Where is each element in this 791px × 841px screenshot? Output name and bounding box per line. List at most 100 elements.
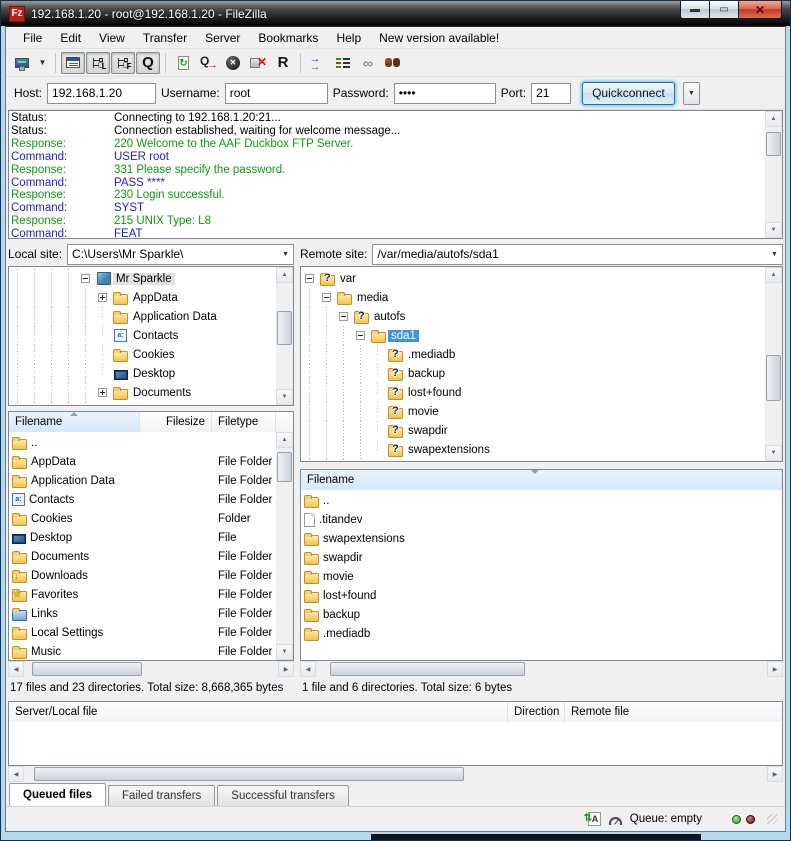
file-row-[interactable]: .. bbox=[301, 491, 782, 510]
collapse-minus-icon[interactable] bbox=[356, 331, 365, 340]
tree-item-contacts[interactable]: a:Contacts bbox=[9, 326, 276, 345]
tree-item-autofs[interactable]: autofs bbox=[301, 307, 765, 326]
menu-item-transfer[interactable]: Transfer bbox=[134, 28, 196, 48]
file-row-favorites[interactable]: FavoritesFile Folder bbox=[9, 585, 276, 604]
scroll-right-icon[interactable]: ▶ bbox=[767, 661, 783, 677]
local-tree-scrollbar[interactable]: ▲ ▼ bbox=[276, 267, 293, 405]
scroll-down-icon[interactable]: ▼ bbox=[765, 222, 782, 238]
column-header-direction[interactable]: Direction bbox=[508, 702, 565, 722]
column-header-server-local-file[interactable]: Server/Local file bbox=[9, 702, 508, 722]
file-row-movie[interactable]: movie bbox=[301, 567, 782, 586]
remote-list-hscrollbar[interactable]: ◀ ▶ bbox=[300, 661, 783, 677]
scrollbar-thumb[interactable] bbox=[766, 355, 781, 401]
scrollbar-thumb[interactable] bbox=[34, 767, 464, 781]
tree-item-appdata[interactable]: AppData bbox=[9, 288, 276, 307]
password-input[interactable] bbox=[394, 83, 496, 104]
file-row-documents[interactable]: DocumentsFile Folder bbox=[9, 547, 276, 566]
file-row-swapdir[interactable]: swapdir bbox=[301, 548, 782, 567]
menu-item-server[interactable]: Server bbox=[196, 28, 249, 48]
file-row-backup[interactable]: backup bbox=[301, 605, 782, 624]
column-header-filetype[interactable]: Filetype bbox=[212, 412, 276, 432]
scroll-left-icon[interactable]: ◀ bbox=[300, 661, 316, 677]
menu-item-help[interactable]: Help bbox=[327, 28, 370, 48]
tree-expander[interactable] bbox=[352, 326, 369, 345]
column-header-remote-file[interactable]: Remote file bbox=[565, 702, 782, 722]
tab-failed-transfers[interactable]: Failed transfers bbox=[108, 785, 215, 806]
scroll-up-icon[interactable]: ▲ bbox=[765, 111, 782, 127]
scroll-right-icon[interactable]: ▶ bbox=[767, 766, 783, 782]
synchronized-browsing-button[interactable]: ∞ bbox=[356, 52, 380, 74]
scrollbar-thumb[interactable] bbox=[277, 311, 292, 345]
tree-expander[interactable] bbox=[335, 307, 352, 326]
tree-expander[interactable] bbox=[77, 269, 94, 288]
username-input[interactable] bbox=[225, 83, 328, 104]
process-queue-button[interactable]: Q→ bbox=[196, 52, 220, 74]
host-input[interactable] bbox=[47, 83, 156, 104]
tree-item-downloads[interactable]: Downloads bbox=[9, 402, 276, 405]
refresh-button[interactable]: ↻ bbox=[171, 52, 195, 74]
tree-item-lost-found[interactable]: lost+found bbox=[301, 383, 765, 402]
menu-item-new-version-available[interactable]: New version available! bbox=[370, 28, 508, 48]
tree-item-dvd[interactable]: dvd bbox=[301, 459, 765, 461]
tree-item-mr-sparkle[interactable]: Mr Sparkle bbox=[9, 269, 276, 288]
scroll-left-icon[interactable]: ◀ bbox=[8, 661, 24, 677]
speed-limits-icon[interactable] bbox=[609, 817, 622, 825]
menu-item-edit[interactable]: Edit bbox=[51, 28, 90, 48]
find-files-button[interactable] bbox=[381, 52, 405, 74]
expand-plus-icon[interactable] bbox=[98, 293, 107, 302]
local-list-hscrollbar[interactable]: ◀ ▶ bbox=[8, 661, 294, 677]
file-row-mediadb[interactable]: .mediadb bbox=[301, 624, 782, 643]
data-type-indicator-icon[interactable] bbox=[588, 812, 601, 826]
menu-item-view[interactable]: View bbox=[90, 28, 134, 48]
reconnect-button[interactable]: R bbox=[271, 52, 295, 74]
scrollbar-thumb[interactable] bbox=[766, 132, 781, 156]
scrollbar-thumb[interactable] bbox=[277, 452, 292, 482]
tree-expander[interactable] bbox=[94, 288, 111, 307]
file-row-local-settings[interactable]: Local SettingsFile Folder bbox=[9, 623, 276, 642]
scroll-down-icon[interactable]: ▼ bbox=[765, 445, 782, 461]
tree-expander[interactable] bbox=[301, 269, 318, 288]
tree-item-movie[interactable]: movie bbox=[301, 402, 765, 421]
site-manager-button[interactable] bbox=[10, 52, 34, 74]
cancel-operation-button[interactable]: ✕ bbox=[221, 52, 245, 74]
tree-item-documents[interactable]: Documents bbox=[9, 383, 276, 402]
tree-item-swapdir[interactable]: swapdir bbox=[301, 421, 765, 440]
file-row-music[interactable]: MusicFile Folder bbox=[9, 642, 276, 660]
file-row-[interactable]: .. bbox=[9, 433, 276, 452]
file-row-application-data[interactable]: Application DataFile Folder bbox=[9, 471, 276, 490]
tree-item-backup[interactable]: backup bbox=[301, 364, 765, 383]
scrollbar-thumb[interactable] bbox=[330, 662, 525, 676]
queue-hscrollbar[interactable]: ◀ ▶ bbox=[8, 766, 783, 782]
collapse-minus-icon[interactable] bbox=[305, 274, 314, 283]
toggle-local-tree-button[interactable]: L bbox=[86, 52, 110, 74]
chevron-down-icon[interactable]: ▼ bbox=[278, 251, 293, 258]
tree-item-sda1[interactable]: sda1 bbox=[301, 326, 765, 345]
scrollbar-thumb[interactable] bbox=[32, 662, 142, 676]
local-site-combobox[interactable]: C:\Users\Mr Sparkle\ ▼ bbox=[67, 244, 294, 265]
expand-plus-icon[interactable] bbox=[98, 388, 107, 397]
collapse-minus-icon[interactable] bbox=[322, 293, 331, 302]
file-row-lost-found[interactable]: lost+found bbox=[301, 586, 782, 605]
file-row-contacts[interactable]: a:ContactsFile Folder bbox=[9, 490, 276, 509]
collapse-minus-icon[interactable] bbox=[81, 274, 90, 283]
message-log-scrollbar[interactable]: ▲ ▼ bbox=[765, 111, 782, 238]
remote-tree-scrollbar[interactable]: ▲ ▼ bbox=[765, 267, 782, 461]
file-row-desktop[interactable]: DesktopFile bbox=[9, 528, 276, 547]
tree-item-mediadb[interactable]: .mediadb bbox=[301, 345, 765, 364]
tree-expander[interactable] bbox=[94, 402, 111, 405]
tree-item-desktop[interactable]: Desktop bbox=[9, 364, 276, 383]
local-list-scrollbar[interactable]: ▲ ▼ bbox=[276, 432, 293, 660]
directory-comparison-button[interactable]: →→ bbox=[306, 52, 330, 74]
tab-successful-transfers[interactable]: Successful transfers bbox=[217, 785, 349, 806]
scroll-up-icon[interactable]: ▲ bbox=[276, 432, 293, 448]
directory-listing-filters-button[interactable] bbox=[331, 52, 355, 74]
chevron-down-icon[interactable]: ▼ bbox=[767, 251, 782, 258]
maximize-button[interactable]: ▭ bbox=[709, 1, 738, 19]
quickconnect-button[interactable]: Quickconnect bbox=[582, 82, 675, 105]
tree-expander[interactable] bbox=[318, 288, 335, 307]
scroll-up-icon[interactable]: ▲ bbox=[276, 267, 293, 283]
scroll-right-icon[interactable]: ▶ bbox=[278, 661, 294, 677]
column-header-filename[interactable]: Filename bbox=[9, 412, 140, 432]
file-row-titandev[interactable]: .titandev bbox=[301, 510, 782, 529]
tab-queued-files[interactable]: Queued files bbox=[9, 783, 106, 806]
